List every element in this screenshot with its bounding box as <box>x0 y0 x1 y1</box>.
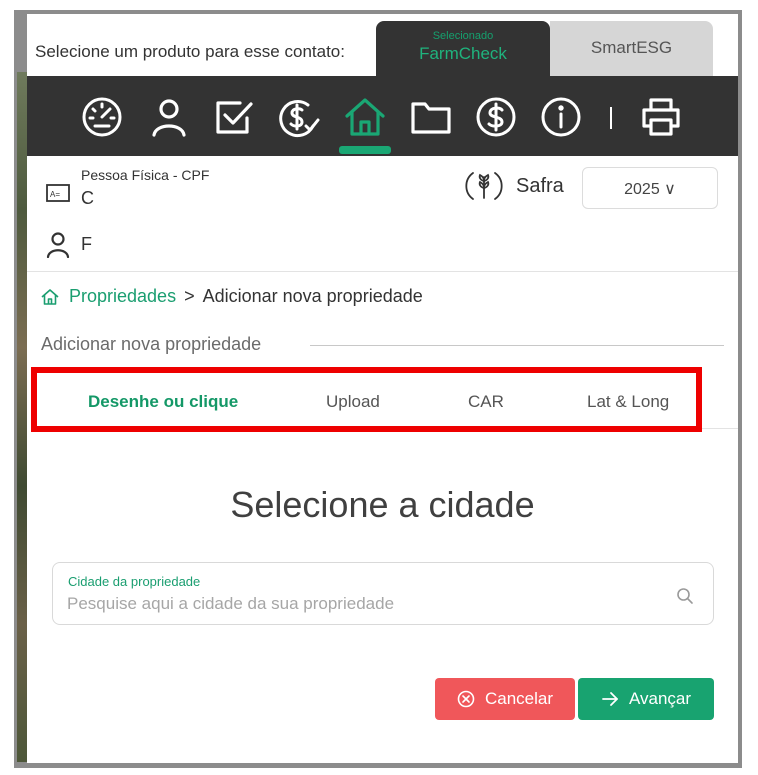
city-field[interactable]: Cidade da propriedade <box>52 562 714 625</box>
cancel-label: Cancelar <box>484 689 554 708</box>
search-icon[interactable] <box>676 587 694 605</box>
product-tab-label: FarmCheck <box>419 44 507 63</box>
tab-car[interactable]: CAR <box>468 392 504 412</box>
product-selector: Selecione um produto para esse contato: … <box>27 14 738 76</box>
user-icon[interactable] <box>148 96 190 138</box>
folder-icon[interactable] <box>410 96 452 138</box>
breadcrumb-current: Adicionar nova propriedade <box>202 286 423 306</box>
next-button[interactable]: Avançar <box>578 678 714 720</box>
home-icon[interactable] <box>41 288 59 306</box>
printer-icon[interactable] <box>640 96 682 138</box>
section-divider <box>310 345 724 346</box>
product-tab-farmcheck[interactable]: Selecionado FarmCheck <box>376 21 550 76</box>
money-check-icon[interactable] <box>278 96 320 138</box>
breadcrumb-properties-link[interactable]: Propriedades <box>69 286 176 307</box>
breadcrumb-separator: > <box>184 286 195 306</box>
product-tab-status: Selecionado <box>432 30 494 42</box>
section-title: Adicionar nova propriedade <box>41 334 262 354</box>
wheat-icon <box>465 172 503 200</box>
close-circle-icon <box>457 690 475 708</box>
id-card-icon: A= <box>46 184 70 202</box>
info-icon[interactable] <box>540 96 582 138</box>
home-icon[interactable] <box>344 96 386 138</box>
person-icon <box>46 232 70 258</box>
contact-info: A= Pessoa Física - CPF C F Safra 2025 ∨ <box>27 156 738 271</box>
tab-draw-or-click[interactable]: Desenhe ou clique <box>88 392 238 412</box>
person-type: Pessoa Física - CPF <box>81 167 210 183</box>
checklist-icon[interactable] <box>213 96 255 138</box>
product-tab-smartesg[interactable]: SmartESG <box>550 21 713 76</box>
dollar-icon[interactable] <box>475 96 517 138</box>
contact-panel: Selecione um produto para esse contato: … <box>27 14 738 763</box>
divider <box>27 271 738 272</box>
cancel-button[interactable]: Cancelar <box>435 678 575 720</box>
toolbar-separator <box>610 107 612 129</box>
active-tab-indicator <box>339 146 391 154</box>
next-label: Avançar <box>628 689 692 708</box>
tab-lat-long[interactable]: Lat & Long <box>587 392 669 412</box>
city-heading: Selecione a cidade <box>230 484 535 525</box>
contact-document: C <box>81 188 94 208</box>
tabs-underline <box>702 428 738 429</box>
svg-text:A=: A= <box>50 190 60 199</box>
city-field-label: Cidade da propriedade <box>68 574 201 589</box>
arrow-right-icon <box>602 692 618 706</box>
city-search-input[interactable] <box>67 594 657 614</box>
tab-upload[interactable]: Upload <box>326 392 380 412</box>
map-background-strip <box>17 72 27 762</box>
product-prompt: Selecione um produto para esse contato: <box>35 42 345 61</box>
icon-toolbar <box>27 76 738 156</box>
safra-label: Safra <box>516 175 564 197</box>
breadcrumb: Propriedades > Adicionar nova propriedad… <box>41 286 423 307</box>
dashboard-icon[interactable] <box>81 96 123 138</box>
safra-year-select[interactable]: 2025 ∨ <box>582 167 718 209</box>
contact-name: F <box>81 234 92 254</box>
